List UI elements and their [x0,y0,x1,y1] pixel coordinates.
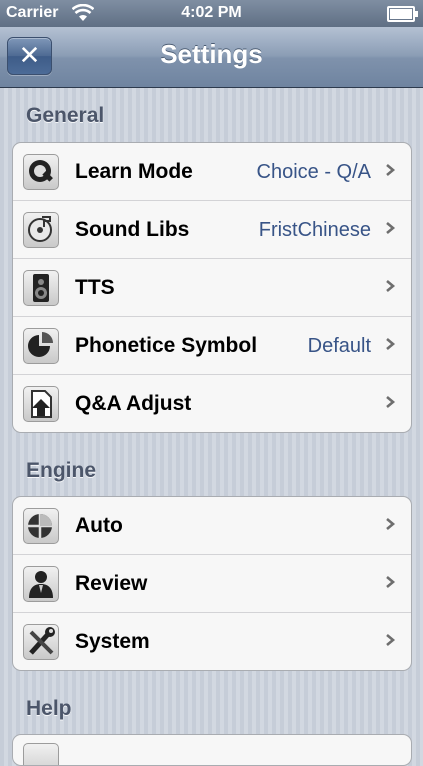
navigation-bar: ✕ Settings [0,27,423,88]
row-label: Review [75,572,148,595]
row-sound-libs[interactable]: Sound Libs FristChinese [13,201,411,259]
person-icon [23,566,59,602]
row-system[interactable]: System [13,613,411,670]
close-button[interactable]: ✕ [7,37,52,75]
row-value: Default [307,335,371,357]
row-label: Auto [75,514,123,537]
close-icon: ✕ [18,40,41,70]
clock: 4:02 PM [181,4,242,21]
settings-group-engine: Auto Review System [12,496,412,671]
help-row-icon [23,743,59,765]
row-label: Learn Mode [75,160,193,183]
chevron-right-icon [386,164,396,176]
section-header-help: Help [26,697,72,720]
status-bar: Carrier 4:02 PM [0,0,423,27]
globe-icon [23,508,59,544]
tools-icon [23,624,59,660]
row-review[interactable]: Review [13,555,411,613]
row-tts[interactable]: TTS [13,259,411,317]
row-value: Choice - Q/A [256,161,371,183]
chevron-right-icon [386,280,396,292]
chevron-right-icon [386,338,396,350]
row-label: Q&A Adjust [75,392,192,415]
row-learn-mode[interactable]: Learn Mode Choice - Q/A [13,143,411,201]
document-arrow-icon [23,386,59,422]
chevron-right-icon [386,576,396,588]
quicktime-icon [23,154,59,190]
row-phonetice-symbol[interactable]: Phonetice Symbol Default [13,317,411,375]
music-disc-icon [23,212,59,248]
row-label: TTS [75,276,115,299]
page-title: Settings [160,39,263,69]
chevron-right-icon [386,518,396,530]
chevron-right-icon [386,634,396,646]
row-auto[interactable]: Auto [13,497,411,555]
section-header-general: General [26,104,105,127]
row-label: System [75,630,150,653]
chevron-right-icon [386,222,396,234]
pie-chart-icon [23,328,59,364]
row-qa-adjust[interactable]: Q&A Adjust [13,375,411,432]
section-header-engine: Engine [26,459,97,482]
settings-group-general: Learn Mode Choice - Q/A Sound Libs Frist… [12,142,412,433]
battery-icon [387,6,418,22]
speaker-icon [23,270,59,306]
row-label: Sound Libs [75,218,190,241]
chevron-right-icon [386,396,396,408]
row-value: FristChinese [258,219,371,241]
row-label: Phonetice Symbol [75,334,258,357]
settings-group-help [12,734,412,766]
